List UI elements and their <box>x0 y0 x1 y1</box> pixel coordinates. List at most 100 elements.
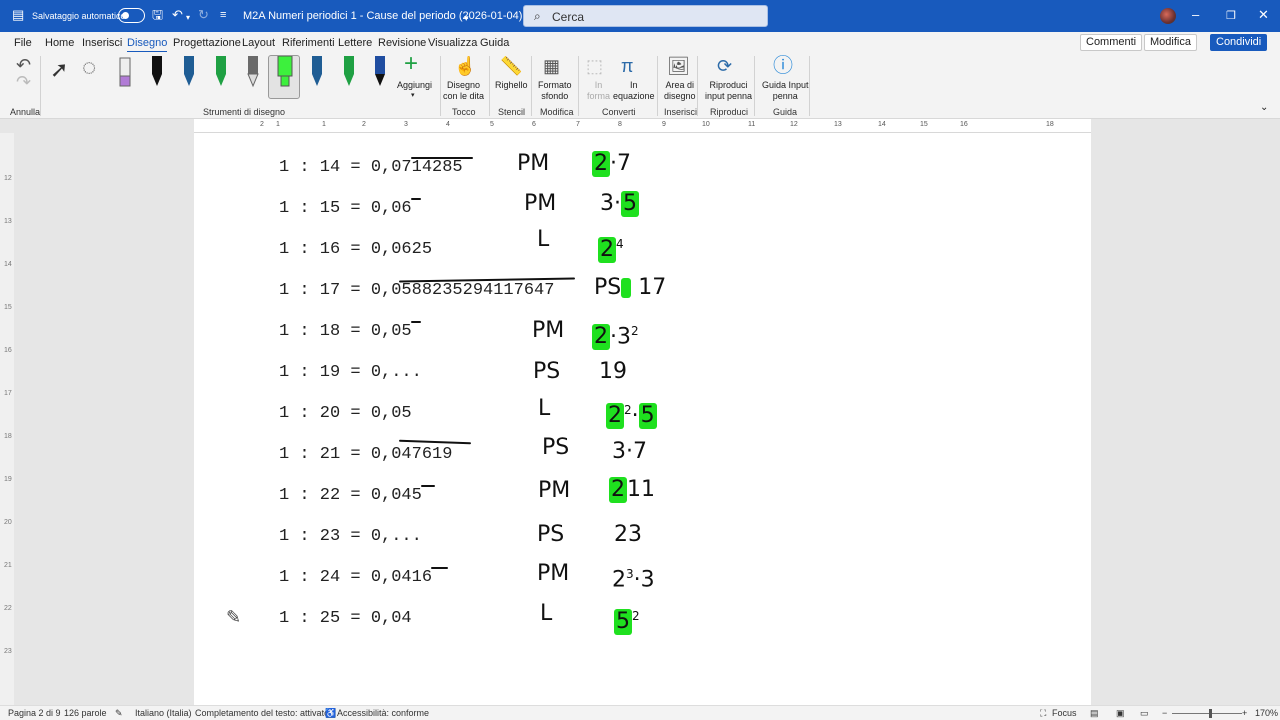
tab-help[interactable]: Guida <box>480 37 509 49</box>
ink-to-shape-label[interactable]: In forma <box>587 80 610 102</box>
convert-group-label: Converti <box>602 107 636 117</box>
ruler-label[interactable]: Righello <box>495 80 528 91</box>
vruler-tick-label: 20 <box>4 519 12 526</box>
zoom-in-icon[interactable]: + <box>1242 708 1247 718</box>
tab-references[interactable]: Riferimenti <box>282 37 335 49</box>
tab-mailings[interactable]: Lettere <box>338 37 372 49</box>
add-pen-label[interactable]: Aggiungi <box>397 80 432 91</box>
horizontal-ruler[interactable]: 2 1 1 2 3 4 5 6 7 8 9 10 11 12 13 14 15 16 18 <box>194 119 1091 133</box>
collapse-ribbon-icon[interactable]: ⌄ <box>1260 102 1268 113</box>
autosave-toggle[interactable] <box>118 8 145 23</box>
undo-icon[interactable]: ↶ <box>172 7 183 23</box>
hw-factor-r2: 3·5 <box>600 191 639 217</box>
tab-review[interactable]: Revisione <box>378 37 426 49</box>
undo-dropdown-icon[interactable]: ▾ <box>186 10 190 26</box>
ink-replay-label[interactable]: Riproduci input penna <box>705 80 752 102</box>
proofing-icon[interactable]: ✎ <box>115 708 123 719</box>
background-format-label[interactable]: Formato sfondo <box>538 80 572 102</box>
add-pen-icon[interactable]: + <box>404 52 418 76</box>
pen-dark-green-icon[interactable] <box>341 56 357 88</box>
print-layout-icon[interactable]: ▣ <box>1116 708 1125 719</box>
tab-view[interactable]: Visualizza <box>428 37 477 49</box>
hw-factor-r4: PS 17 <box>594 275 667 300</box>
tab-file[interactable]: File <box>14 37 32 49</box>
page-count[interactable]: Pagina 2 di 9 <box>8 708 61 718</box>
vruler-tick-label: 21 <box>4 562 12 569</box>
accessibility-icon[interactable]: ♿ <box>325 708 336 719</box>
divider <box>489 56 490 116</box>
pen-black-icon[interactable] <box>149 56 165 88</box>
comments-button[interactable]: Commenti <box>1080 34 1143 51</box>
autosave-label: Salvataggio automatico <box>32 11 126 21</box>
save-icon[interactable]: 🖫 <box>152 7 163 23</box>
pen-green-icon[interactable] <box>213 56 229 88</box>
drawing-canvas-label[interactable]: Area di disegno <box>664 80 696 102</box>
tab-home[interactable]: Home <box>45 37 74 49</box>
title-chevron-icon[interactable]: ▾ <box>464 10 469 26</box>
zoom-slider-thumb[interactable] <box>1209 709 1212 718</box>
restore-icon[interactable]: ❐ <box>1226 8 1236 24</box>
pen-blue-icon[interactable] <box>181 56 197 88</box>
ruler-tick-label: 7 <box>576 121 580 128</box>
web-layout-icon[interactable]: ▭ <box>1140 708 1149 719</box>
tab-design[interactable]: Progettazione <box>173 37 241 49</box>
add-pen-chevron-icon[interactable]: ▾ <box>411 90 415 101</box>
read-mode-icon[interactable]: ▤ <box>1090 708 1099 719</box>
vruler-tick-label: 22 <box>4 605 12 612</box>
ink-guide-label[interactable]: Guida Input penna <box>762 80 809 102</box>
tab-insert[interactable]: Inserisci <box>82 37 122 49</box>
minimize-icon[interactable]: – <box>1192 7 1199 23</box>
guide-group-label: Guida <box>773 107 798 117</box>
pencil-gray-icon[interactable] <box>245 56 261 88</box>
text-predictions[interactable]: Completamento del testo: attivato <box>195 708 329 718</box>
galaxy-pen-icon[interactable] <box>372 56 388 88</box>
search-box[interactable]: ⌕ Cerca <box>523 5 768 27</box>
pen-dark-blue-icon[interactable] <box>309 56 325 88</box>
drawing-canvas-icon[interactable]: 🖼 <box>667 56 690 76</box>
avatar[interactable] <box>1160 8 1176 24</box>
division-line: 1 : 19 = 0,... <box>279 363 422 382</box>
eraser-icon[interactable] <box>117 56 133 88</box>
finger-draw-icon[interactable]: ☝ <box>454 56 476 76</box>
ruler-icon[interactable]: 📏 <box>500 56 522 76</box>
search-icon: ⌕ <box>534 9 541 23</box>
vruler-tick-label: 14 <box>4 261 12 268</box>
ruler-tick-label: 1 <box>276 121 280 128</box>
share-button[interactable]: Condividi <box>1210 34 1268 51</box>
vertical-ruler[interactable]: 12 13 14 15 16 17 18 19 20 21 22 23 <box>0 133 14 705</box>
ink-guide-icon[interactable]: ⓘ <box>773 56 793 76</box>
zoom-slider[interactable] <box>1172 713 1242 714</box>
ruler-tick-label: 10 <box>702 121 710 128</box>
ink-to-shape-icon[interactable]: ⬚ <box>586 56 603 76</box>
focus-icon[interactable]: ⛶ <box>1040 708 1046 719</box>
document-title[interactable]: M2A Numeri periodici 1 - Cause del perio… <box>243 10 549 22</box>
hw-type-r2: PM <box>524 191 557 216</box>
close-icon[interactable]: ✕ <box>1258 7 1269 23</box>
divider <box>40 56 41 116</box>
highlighter-green-icon[interactable] <box>277 56 293 88</box>
background-format-icon[interactable]: ▦ <box>543 56 560 76</box>
ink-replay-icon[interactable]: ⟳ <box>717 56 732 76</box>
tab-layout[interactable]: Layout <box>242 37 275 49</box>
zoom-out-icon[interactable]: − <box>1162 708 1167 718</box>
ink-to-math-label[interactable]: In equazione <box>613 80 655 102</box>
focus-label[interactable]: Focus <box>1052 708 1077 718</box>
redo-icon[interactable]: ↻ <box>198 7 209 23</box>
ink-to-math-icon[interactable]: π <box>621 56 633 76</box>
division-line: 1 : 16 = 0,0625 <box>279 240 433 259</box>
word-count[interactable]: 126 parole <box>64 708 107 718</box>
replay-group-label: Riproduci <box>710 107 749 117</box>
redo-button[interactable]: ↷ <box>16 72 31 92</box>
hw-type-r11: PM <box>537 561 570 586</box>
customize-toolbar-icon[interactable]: ≡ <box>220 7 226 23</box>
finger-draw-label[interactable]: Disegno con le dita <box>443 80 484 102</box>
ruler-tick-label: 4 <box>446 121 450 128</box>
editing-mode-button[interactable]: Modifica <box>1144 34 1197 51</box>
tab-draw[interactable]: Disegno <box>127 37 168 53</box>
lasso-select-icon[interactable]: ◌ <box>82 56 96 80</box>
accessibility-status[interactable]: Accessibilità: conforme <box>337 708 429 718</box>
language[interactable]: Italiano (Italia) <box>135 708 192 718</box>
zoom-level[interactable]: 170% <box>1255 708 1278 718</box>
document-page[interactable]: 1 : 14 = 0,0714285 1 : 15 = 0,06 1 : 16 = … <box>194 133 1091 705</box>
select-cursor-icon[interactable]: ➚ <box>50 59 68 81</box>
